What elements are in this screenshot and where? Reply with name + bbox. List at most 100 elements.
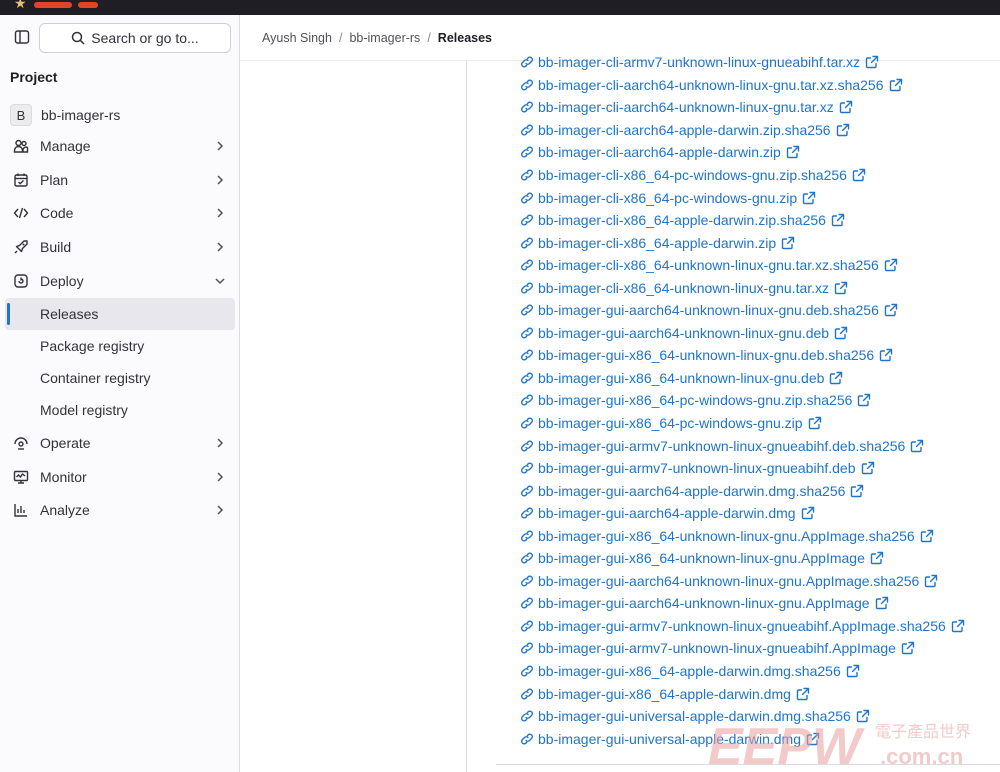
external-link-icon [924, 574, 938, 588]
asset-link[interactable]: bb-imager-gui-aarch64-unknown-linux-gnu.… [520, 299, 1000, 322]
asset-name: bb-imager-gui-x86_64-unknown-linux-gnu.d… [538, 347, 875, 364]
asset-link[interactable]: bb-imager-cli-aarch64-unknown-linux-gnu.… [520, 74, 1000, 97]
link-icon [520, 326, 534, 340]
sidebar-item-operate[interactable]: Operate [0, 426, 240, 460]
chevron-right-icon [217, 242, 224, 252]
link-icon [520, 574, 534, 588]
external-link-icon [850, 484, 864, 498]
external-link-icon [802, 191, 816, 205]
asset-link[interactable]: bb-imager-gui-x86_64-unknown-linux-gnu.d… [520, 344, 1000, 367]
asset-link[interactable]: bb-imager-gui-x86_64-pc-windows-gnu.zip.… [520, 389, 1000, 412]
asset-link[interactable]: bb-imager-gui-aarch64-apple-darwin.dmg [520, 502, 1000, 525]
asset-link[interactable]: bb-imager-gui-universal-apple-darwin.dmg [520, 727, 1000, 750]
asset-link[interactable]: bb-imager-cli-aarch64-unknown-linux-gnu.… [520, 96, 1000, 119]
sidebar-subitem-releases[interactable]: Releases [5, 297, 235, 330]
sidebar-item-manage[interactable]: Manage [0, 129, 240, 163]
link-icon [520, 236, 534, 250]
link-icon [520, 258, 534, 272]
asset-link[interactable]: bb-imager-cli-x86_64-pc-windows-gnu.zip [520, 186, 1000, 209]
sidebar-subitem-package-registry[interactable]: Package registry [0, 330, 240, 362]
asset-link[interactable]: bb-imager-gui-x86_64-pc-windows-gnu.zip [520, 412, 1000, 435]
asset-link[interactable]: bb-imager-cli-aarch64-apple-darwin.zip.s… [520, 119, 1000, 142]
sidebar-nav: Manage Plan Code Build Deploy Releases P [0, 129, 240, 527]
link-icon [520, 664, 534, 678]
asset-link[interactable]: bb-imager-cli-armv7-unknown-linux-gnueab… [520, 51, 1000, 74]
browser-top-bar: ★ [0, 0, 1000, 15]
asset-link[interactable]: bb-imager-cli-x86_64-unknown-linux-gnu.t… [520, 254, 1000, 277]
asset-link[interactable]: bb-imager-gui-armv7-unknown-linux-gnueab… [520, 637, 1000, 660]
sidebar-item-label: Manage [40, 137, 91, 154]
sidebar-item-analyze[interactable]: Analyze [0, 494, 240, 528]
search-icon [72, 31, 85, 45]
link-icon [520, 529, 534, 543]
asset-link[interactable]: bb-imager-cli-x86_64-apple-darwin.zip [520, 231, 1000, 254]
sidebar-subitem-container-registry[interactable]: Container registry [0, 362, 240, 394]
asset-link[interactable]: bb-imager-cli-x86_64-unknown-linux-gnu.t… [520, 276, 1000, 299]
sidebar-item-monitor[interactable]: Monitor [0, 460, 240, 494]
external-link-icon [834, 281, 848, 295]
asset-name: bb-imager-gui-aarch64-unknown-linux-gnu.… [538, 302, 879, 319]
sidebar-subitem-label: Model registry [40, 401, 128, 418]
sidebar-toggle-button[interactable] [8, 23, 36, 51]
link-icon [520, 191, 534, 205]
asset-link[interactable]: bb-imager-gui-x86_64-apple-darwin.dmg.sh… [520, 660, 1000, 683]
chevron-down-icon [215, 278, 225, 285]
asset-link[interactable]: bb-imager-gui-aarch64-unknown-linux-gnu.… [520, 322, 1000, 345]
project-link[interactable]: B bb-imager-rs [10, 104, 120, 126]
asset-link[interactable]: bb-imager-gui-armv7-unknown-linux-gnueab… [520, 615, 1000, 638]
link-icon [520, 168, 534, 182]
chevron-right-icon [217, 438, 224, 448]
sidebar-item-deploy[interactable]: Deploy [0, 264, 240, 298]
asset-name: bb-imager-cli-aarch64-apple-darwin.zip [538, 144, 781, 161]
sidebar-item-build[interactable]: Build [0, 230, 240, 264]
asset-name: bb-imager-gui-universal-apple-darwin.dmg [538, 730, 802, 747]
asset-link[interactable]: bb-imager-gui-aarch64-unknown-linux-gnu.… [520, 570, 1000, 593]
breadcrumb-current: Releases [437, 30, 493, 45]
section-divider [496, 764, 1000, 765]
link-icon [520, 416, 534, 430]
external-link-icon [856, 709, 870, 723]
sidebar-subitem-model-registry[interactable]: Model registry [0, 394, 240, 426]
asset-name: bb-imager-gui-aarch64-unknown-linux-gnu.… [538, 595, 870, 612]
chevron-right-icon [217, 505, 224, 515]
asset-link[interactable]: bb-imager-gui-x86_64-unknown-linux-gnu.A… [520, 547, 1000, 570]
asset-name: bb-imager-cli-aarch64-unknown-linux-gnu.… [538, 99, 834, 116]
link-icon [520, 78, 534, 92]
asset-link[interactable]: bb-imager-gui-universal-apple-darwin.dmg… [520, 705, 1000, 728]
asset-link[interactable]: bb-imager-gui-x86_64-unknown-linux-gnu.A… [520, 524, 1000, 547]
asset-name: bb-imager-gui-x86_64-pc-windows-gnu.zip [538, 415, 803, 432]
asset-link[interactable]: bb-imager-gui-armv7-unknown-linux-gnueab… [520, 457, 1000, 480]
link-icon [520, 123, 534, 137]
asset-link[interactable]: bb-imager-gui-x86_64-unknown-linux-gnu.d… [520, 367, 1000, 390]
sidebar-item-plan[interactable]: Plan [0, 163, 240, 197]
search-button[interactable]: Search or go to... [39, 23, 231, 53]
asset-name: bb-imager-gui-x86_64-apple-darwin.dmg.sh… [538, 663, 841, 680]
star-icon: ★ [14, 0, 27, 11]
asset-name: bb-imager-gui-armv7-unknown-linux-gnueab… [538, 617, 946, 634]
asset-link[interactable]: bb-imager-cli-x86_64-pc-windows-gnu.zip.… [520, 164, 1000, 187]
breadcrumb-separator: / [338, 30, 343, 45]
asset-link[interactable]: bb-imager-gui-aarch64-apple-darwin.dmg.s… [520, 479, 1000, 502]
link-icon [520, 619, 534, 633]
link-icon [520, 281, 534, 295]
link-icon [520, 100, 534, 114]
asset-name: bb-imager-gui-aarch64-unknown-linux-gnu.… [538, 572, 920, 589]
asset-link[interactable]: bb-imager-gui-aarch64-unknown-linux-gnu.… [520, 592, 1000, 615]
breadcrumb-user-link[interactable]: Ayush Singh [262, 31, 332, 45]
link-icon [520, 641, 534, 655]
asset-name: bb-imager-cli-x86_64-unknown-linux-gnu.t… [538, 257, 879, 274]
asset-link[interactable]: bb-imager-cli-x86_64-apple-darwin.zip.sh… [520, 209, 1000, 232]
external-link-icon [834, 326, 848, 340]
asset-name: bb-imager-gui-aarch64-unknown-linux-gnu.… [538, 324, 830, 341]
asset-link[interactable]: bb-imager-cli-aarch64-apple-darwin.zip [520, 141, 1000, 164]
asset-link[interactable]: bb-imager-gui-armv7-unknown-linux-gnueab… [520, 434, 1000, 457]
sidebar-item-label: Code [40, 205, 74, 222]
asset-link[interactable]: bb-imager-gui-x86_64-apple-darwin.dmg [520, 682, 1000, 705]
sidebar-item-label: Plan [40, 171, 69, 188]
asset-name: bb-imager-gui-aarch64-apple-darwin.dmg.s… [538, 482, 846, 499]
breadcrumb-project-link[interactable]: bb-imager-rs [349, 31, 420, 45]
link-icon [520, 213, 534, 227]
external-link-icon [846, 664, 860, 678]
sidebar-item-code[interactable]: Code [0, 197, 240, 231]
link-icon [520, 484, 534, 498]
